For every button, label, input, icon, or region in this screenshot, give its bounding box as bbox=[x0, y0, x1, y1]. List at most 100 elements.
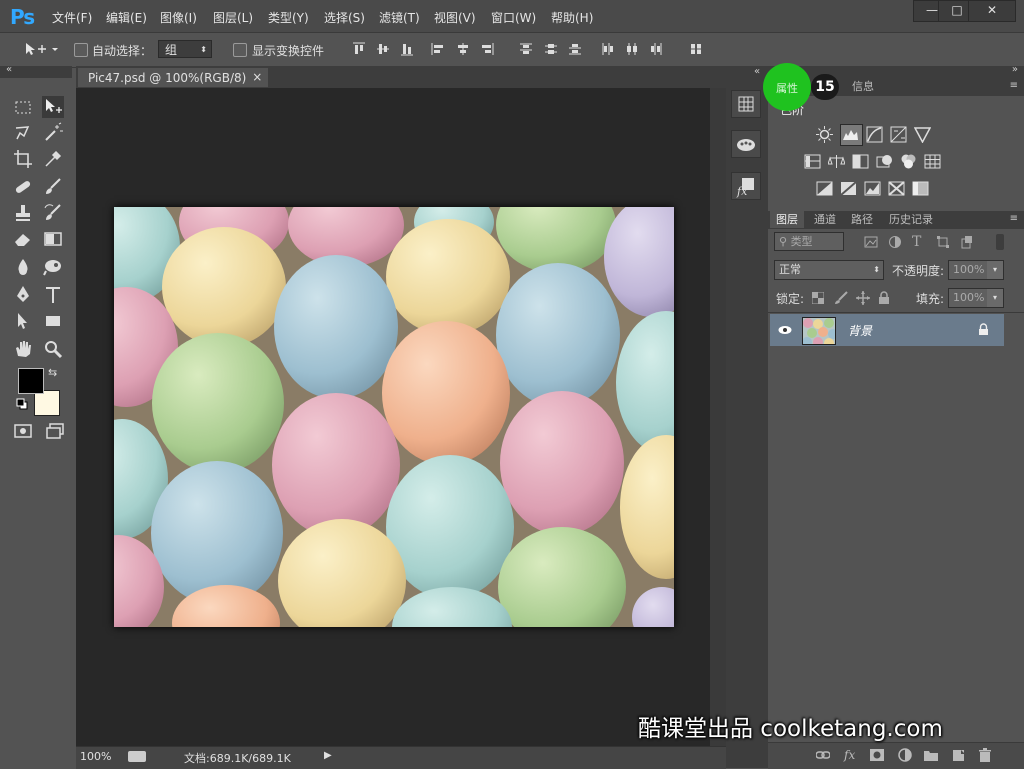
filter-pixel-icon[interactable] bbox=[864, 235, 878, 249]
filter-smart-object-icon[interactable] bbox=[960, 235, 974, 249]
brush-tool-icon[interactable] bbox=[42, 176, 64, 198]
distribute-hcenter-icon[interactable] bbox=[625, 42, 639, 56]
menu-file[interactable]: 文件(F) bbox=[52, 9, 92, 26]
channel-mixer-icon[interactable] bbox=[900, 153, 917, 170]
invert-icon[interactable] bbox=[816, 180, 833, 197]
path-selection-tool-icon[interactable] bbox=[12, 310, 34, 332]
menu-edit[interactable]: 编辑(E) bbox=[106, 9, 147, 26]
link-layers-icon[interactable] bbox=[815, 748, 831, 762]
lock-position-icon[interactable] bbox=[856, 291, 870, 305]
menu-help[interactable]: 帮助(H) bbox=[551, 9, 593, 26]
adjustment-layer-icon[interactable] bbox=[898, 748, 912, 762]
filter-type-icon[interactable]: T bbox=[912, 234, 921, 250]
levels-icon[interactable] bbox=[840, 124, 863, 146]
lock-transparent-icon[interactable] bbox=[811, 291, 825, 305]
default-colors-icon[interactable] bbox=[16, 398, 28, 410]
gradient-tool-icon[interactable] bbox=[42, 228, 64, 250]
layer-row-background[interactable]: 背景 bbox=[770, 314, 1004, 346]
close-button[interactable]: ✕ bbox=[968, 0, 1016, 22]
auto-select-checkbox[interactable] bbox=[74, 43, 88, 57]
layers-menu-icon[interactable]: ≡ bbox=[1010, 213, 1018, 224]
magic-wand-tool-icon[interactable] bbox=[42, 122, 64, 144]
swap-colors-icon[interactable]: ⇆ bbox=[48, 366, 57, 379]
document-image-easter-eggs[interactable] bbox=[114, 207, 674, 627]
right-collapse-icon[interactable]: » bbox=[1012, 64, 1018, 75]
tab-history[interactable]: 历史记录 bbox=[883, 211, 939, 228]
foreground-color-swatch[interactable] bbox=[18, 368, 44, 394]
menu-window[interactable]: 窗口(W) bbox=[491, 9, 536, 26]
curves-icon[interactable] bbox=[866, 126, 883, 143]
layer-filter-dropdown[interactable]: ⚲ 类型 bbox=[774, 232, 844, 251]
healing-brush-tool-icon[interactable] bbox=[12, 176, 34, 198]
show-transform-checkbox[interactable] bbox=[233, 43, 247, 57]
photo-filter-icon[interactable] bbox=[876, 153, 893, 170]
marquee-tool-icon[interactable] bbox=[12, 96, 34, 118]
move-tool-preset-icon[interactable] bbox=[24, 41, 60, 60]
crop-tool-icon[interactable] bbox=[12, 148, 34, 170]
quick-mask-icon[interactable] bbox=[12, 420, 34, 442]
delete-layer-icon[interactable] bbox=[978, 748, 992, 762]
tab-info[interactable]: 信息 bbox=[846, 78, 880, 95]
menu-type[interactable]: 类型(Y) bbox=[268, 9, 309, 26]
dodge-tool-icon[interactable] bbox=[42, 256, 64, 278]
eraser-tool-icon[interactable] bbox=[12, 228, 34, 250]
screen-mode-icon[interactable] bbox=[44, 420, 66, 442]
selective-color-icon[interactable] bbox=[912, 180, 929, 197]
clone-stamp-tool-icon[interactable] bbox=[12, 202, 34, 224]
align-bottom-icon[interactable] bbox=[400, 42, 414, 56]
zoom-level[interactable]: 100% bbox=[80, 750, 111, 763]
distribute-vcenter-icon[interactable] bbox=[544, 42, 558, 56]
add-mask-icon[interactable] bbox=[870, 748, 884, 762]
menu-view[interactable]: 视图(V) bbox=[434, 9, 476, 26]
hand-tool-icon[interactable] bbox=[12, 338, 34, 360]
exposure-icon[interactable] bbox=[890, 126, 907, 143]
black-white-icon[interactable] bbox=[852, 153, 869, 170]
status-menu-arrow-icon[interactable]: ▶ bbox=[324, 750, 332, 761]
document-tab-close-icon[interactable]: × bbox=[252, 69, 262, 85]
rectangle-tool-icon[interactable] bbox=[42, 310, 64, 332]
opacity-dropdown-icon[interactable]: ▾ bbox=[987, 261, 1003, 279]
lock-all-icon[interactable] bbox=[878, 291, 890, 305]
posterize-icon[interactable] bbox=[840, 180, 857, 197]
vertical-scrollbar[interactable] bbox=[710, 88, 726, 746]
menu-filter[interactable]: 滤镜(T) bbox=[379, 9, 420, 26]
history-brush-tool-icon[interactable] bbox=[42, 202, 64, 224]
zoom-tool-icon[interactable] bbox=[42, 338, 64, 360]
auto-select-dropdown[interactable]: 组 ⬍ bbox=[158, 40, 212, 58]
fill-input[interactable]: 100% ▾ bbox=[948, 288, 1004, 308]
gradient-map-icon[interactable] bbox=[888, 180, 905, 197]
fill-dropdown-icon[interactable]: ▾ bbox=[987, 289, 1003, 307]
blend-mode-dropdown[interactable]: 正常 ⬍ bbox=[774, 260, 884, 280]
vibrance-icon[interactable] bbox=[913, 126, 932, 144]
distribute-right-icon[interactable] bbox=[649, 42, 663, 56]
layer-style-fx-icon[interactable]: fx bbox=[844, 748, 858, 762]
filter-toggle[interactable] bbox=[996, 234, 1004, 250]
hue-saturation-icon[interactable] bbox=[804, 153, 821, 170]
styles-panel-icon[interactable]: fx bbox=[731, 172, 761, 200]
menu-image[interactable]: 图像(I) bbox=[160, 9, 197, 26]
move-tool-icon[interactable] bbox=[42, 96, 64, 118]
color-lookup-icon[interactable] bbox=[924, 153, 941, 170]
threshold-icon[interactable] bbox=[864, 180, 881, 197]
color-balance-icon[interactable] bbox=[827, 153, 846, 170]
eyedropper-tool-icon[interactable] bbox=[42, 148, 64, 170]
align-vcenter-icon[interactable] bbox=[376, 42, 390, 56]
tab-paths[interactable]: 路径 bbox=[845, 211, 879, 228]
properties-menu-icon[interactable]: ≡ bbox=[1010, 80, 1018, 91]
distribute-top-icon[interactable] bbox=[519, 42, 533, 56]
distribute-bottom-icon[interactable] bbox=[568, 42, 582, 56]
layer-name[interactable]: 背景 bbox=[848, 322, 872, 339]
eye-icon[interactable] bbox=[778, 324, 792, 334]
brightness-icon[interactable] bbox=[816, 126, 833, 143]
new-group-icon[interactable] bbox=[924, 748, 938, 762]
align-left-icon[interactable] bbox=[431, 42, 445, 56]
type-tool-icon[interactable] bbox=[42, 284, 64, 306]
blur-tool-icon[interactable] bbox=[12, 256, 34, 278]
align-right-icon[interactable] bbox=[480, 42, 494, 56]
lock-pixels-icon[interactable] bbox=[834, 291, 848, 305]
align-top-icon[interactable] bbox=[352, 42, 366, 56]
collapse-arrows-icon[interactable]: « bbox=[6, 64, 12, 75]
new-layer-icon[interactable] bbox=[952, 748, 966, 762]
lasso-tool-icon[interactable] bbox=[12, 122, 34, 144]
auto-align-icon[interactable] bbox=[689, 42, 703, 56]
